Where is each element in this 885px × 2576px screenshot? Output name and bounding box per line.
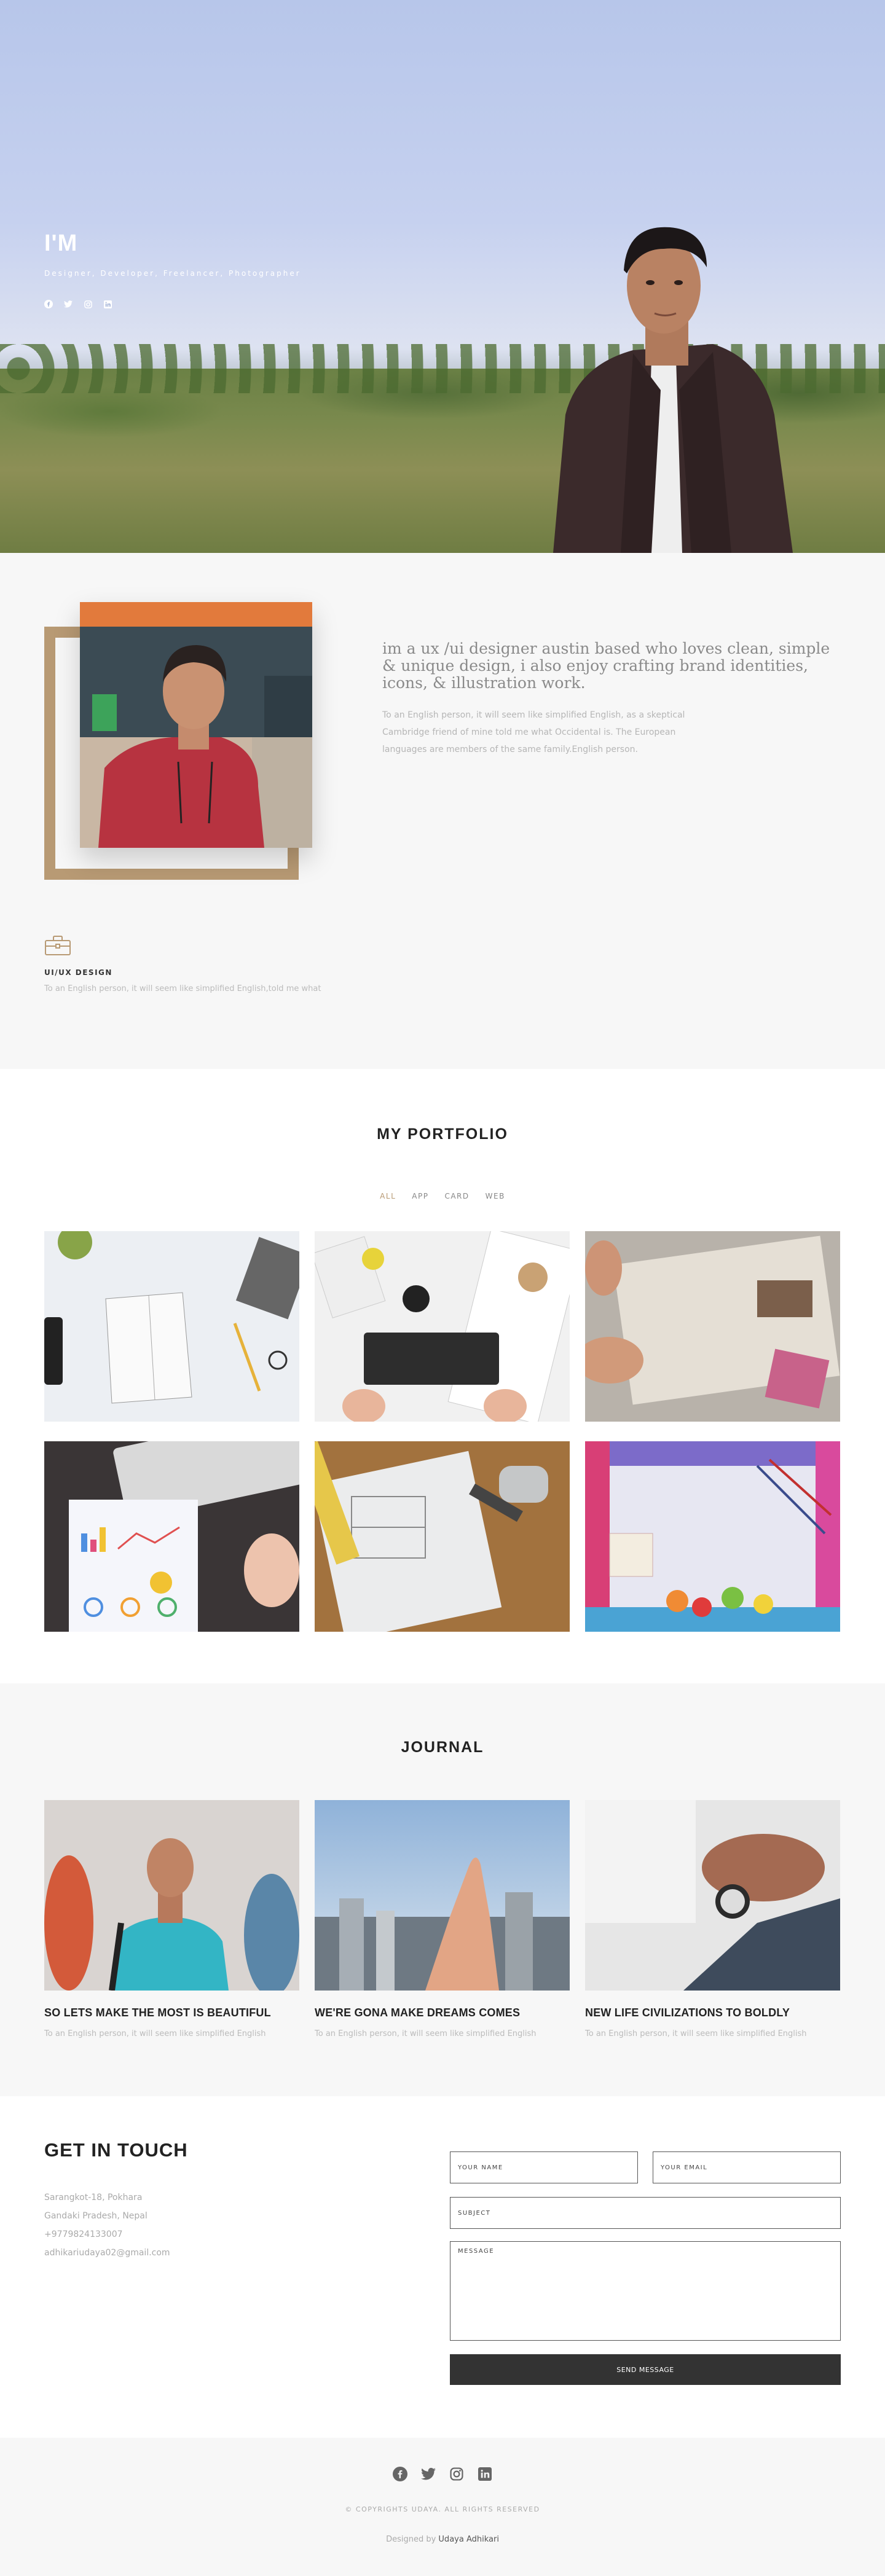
email-address[interactable]: adhikariudaya02@gmail.com	[44, 2244, 170, 2262]
portfolio-item-sketching[interactable]	[585, 1231, 840, 1422]
instagram-icon[interactable]	[84, 300, 92, 308]
message-field[interactable]	[450, 2241, 841, 2341]
address-line-2: Gandaki Pradesh, Nepal	[44, 2211, 148, 2221]
portfolio-title: MY PORTFOLIO	[377, 1126, 508, 1143]
footer-social-links	[0, 2466, 885, 2482]
twitter-icon[interactable]	[420, 2466, 436, 2482]
contact-info: Sarangkot-18, Pokhara Gandaki Pradesh, N…	[44, 2188, 170, 2262]
journal-post-title[interactable]: SO LETS MAKE THE MOST IS BEAUTIFUL	[44, 2006, 299, 2019]
service-item: UI/UX DESIGN To an English person, it wi…	[44, 935, 321, 993]
journal-post-title[interactable]: NEW LIFE CIVILIZATIONS TO BOLDLY	[585, 2006, 840, 2019]
about-body-text: To an English person, it will seem like …	[382, 710, 685, 754]
facebook-icon[interactable]	[392, 2466, 408, 2482]
journal-post: SO LETS MAKE THE MOST IS BEAUTIFUL To an…	[44, 1800, 299, 2038]
about-copy: im a ux /ui designer austin based who lo…	[382, 640, 837, 758]
hero-social-links	[44, 300, 301, 308]
copyright-text: © COPYRIGHTS UDAYA. ALL RIGHTS RESERVED	[345, 2505, 540, 2513]
about-photo	[80, 602, 312, 848]
portfolio-item-keyboard[interactable]	[315, 1231, 570, 1422]
journal-post-title[interactable]: WE'RE GONA MAKE DREAMS COMES	[315, 2006, 570, 2019]
journal-post-excerpt: To an English person, it will seem like …	[585, 2029, 807, 2038]
filter-app[interactable]: APP	[412, 1192, 428, 1200]
portfolio-grid	[44, 1231, 841, 1632]
journal-post-excerpt: To an English person, it will seem like …	[315, 2029, 537, 2038]
portfolio-item-charts[interactable]	[44, 1441, 299, 1632]
email-field[interactable]	[653, 2151, 841, 2183]
service-title: UI/UX DESIGN	[44, 968, 112, 977]
filter-all[interactable]: ALL	[380, 1192, 396, 1200]
portfolio-item-art-supplies[interactable]	[585, 1441, 840, 1632]
portfolio-filters: ALL APP CARD WEB	[0, 1192, 885, 1200]
journal-post: WE'RE GONA MAKE DREAMS COMES To an Engli…	[315, 1800, 570, 2038]
journal-post-image[interactable]	[585, 1800, 840, 1991]
designed-by-label: Designed by	[386, 2535, 436, 2544]
contact-section: GET IN TOUCH Sarangkot-18, Pokhara Ganda…	[0, 2096, 885, 2438]
linkedin-icon[interactable]	[103, 300, 112, 308]
portfolio-section: MY PORTFOLIO ALL APP CARD WEB	[0, 1069, 885, 1683]
service-description: To an English person, it will seem like …	[44, 984, 321, 993]
hero-section: I'M Designer, Developer, Freelancer, Pho…	[0, 0, 885, 553]
briefcase-icon	[45, 936, 71, 955]
phone-number: +9779824133007	[44, 2230, 123, 2239]
subject-field[interactable]	[450, 2197, 841, 2229]
journal-post: NEW LIFE CIVILIZATIONS TO BOLDLY To an E…	[585, 1800, 840, 2038]
journal-post-excerpt: To an English person, it will seem like …	[44, 2029, 266, 2038]
about-heading: im a ux /ui designer austin based who lo…	[382, 640, 830, 692]
filter-card[interactable]: CARD	[444, 1192, 469, 1200]
filter-web[interactable]: WEB	[486, 1192, 505, 1200]
name-field[interactable]	[450, 2151, 638, 2183]
portfolio-item-notebook[interactable]	[44, 1231, 299, 1422]
journal-post-image[interactable]	[315, 1800, 570, 1991]
instagram-icon[interactable]	[449, 2466, 465, 2482]
journal-post-image[interactable]	[44, 1800, 299, 1991]
journal-section: JOURNAL SO LETS MAKE THE MOST IS BEAUTIF…	[0, 1683, 885, 2096]
facebook-icon[interactable]	[44, 300, 53, 308]
hero-subtitle: Designer, Developer, Freelancer, Photogr…	[44, 269, 301, 278]
about-section: im a ux /ui designer austin based who lo…	[0, 553, 885, 1069]
hero-text-block: I'M Designer, Developer, Freelancer, Pho…	[44, 230, 301, 308]
contact-form: SEND MESSAGE	[450, 2151, 841, 2385]
address-line-1: Sarangkot-18, Pokhara	[44, 2193, 143, 2202]
contact-title: GET IN TOUCH	[44, 2139, 188, 2161]
journal-title: JOURNAL	[401, 1739, 484, 1756]
hero-title: I'M	[44, 230, 78, 256]
twitter-icon[interactable]	[64, 300, 73, 308]
hero-portrait-image	[553, 227, 793, 553]
journal-posts: SO LETS MAKE THE MOST IS BEAUTIFUL To an…	[44, 1800, 841, 2038]
linkedin-icon[interactable]	[477, 2466, 493, 2482]
designed-by: Designed by Udaya Adhikari	[0, 2535, 885, 2544]
designer-link[interactable]: Udaya Adhikari	[438, 2535, 499, 2544]
send-message-button[interactable]: SEND MESSAGE	[450, 2354, 841, 2385]
portfolio-item-blueprint[interactable]	[315, 1441, 570, 1632]
footer: © COPYRIGHTS UDAYA. ALL RIGHTS RESERVED …	[0, 2438, 885, 2576]
